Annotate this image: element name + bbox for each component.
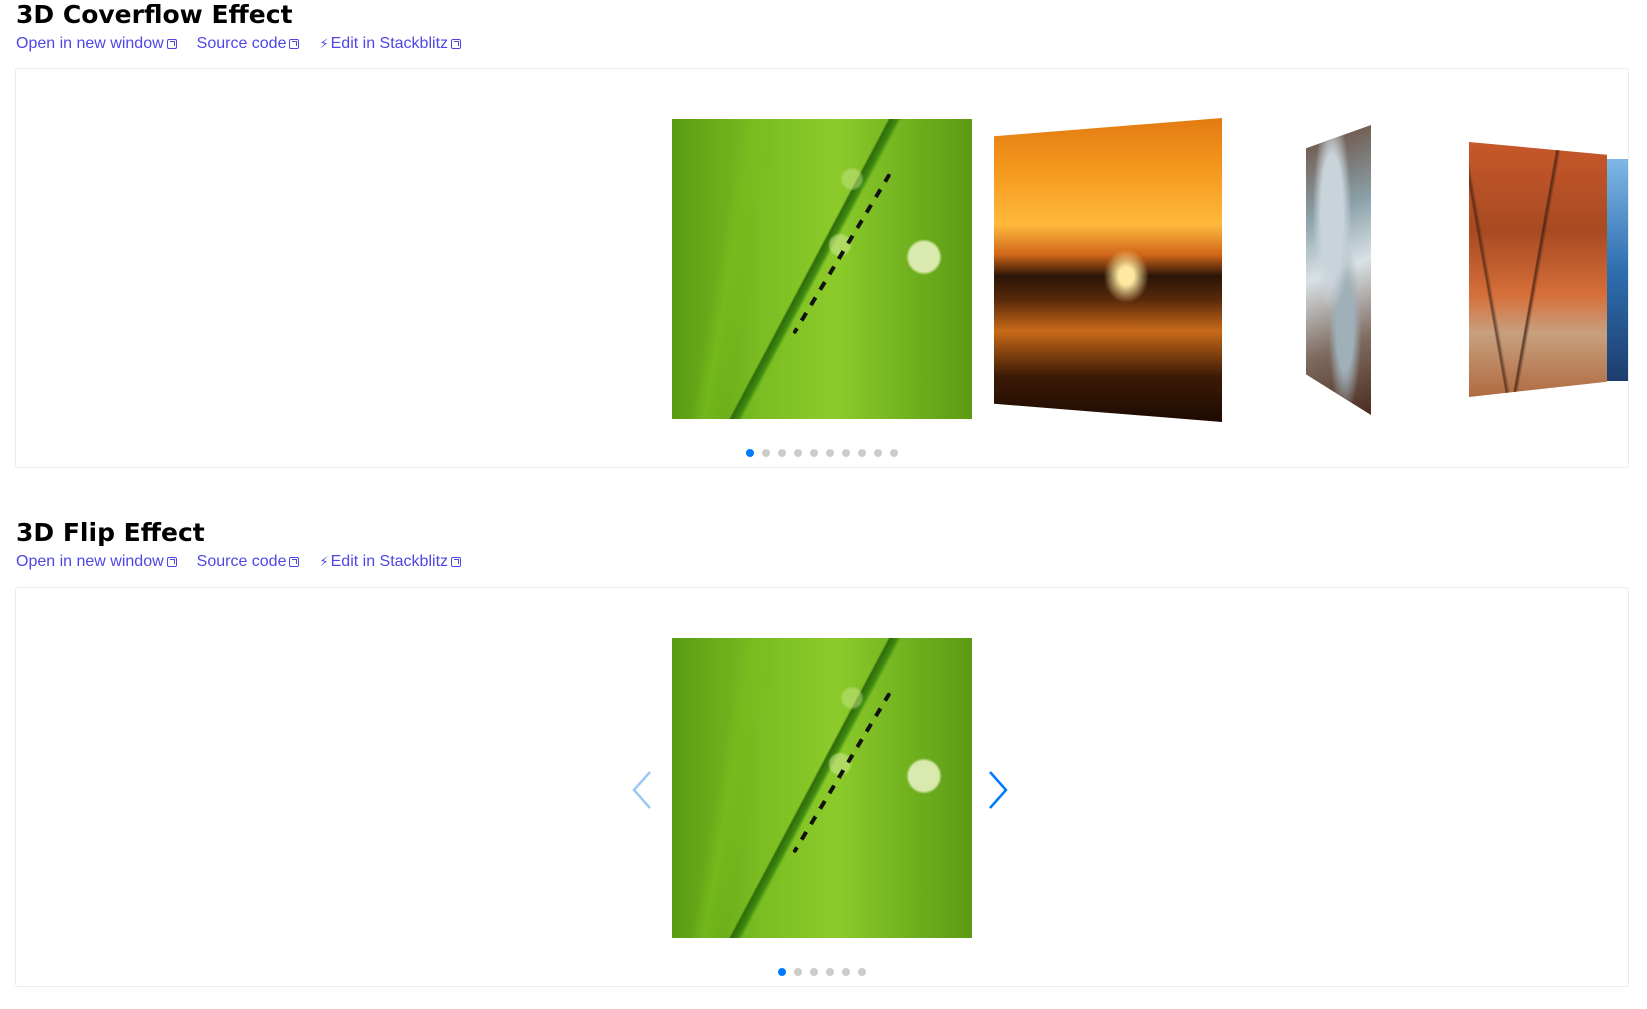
slide-blue[interactable] (1607, 159, 1628, 381)
chevron-left-icon (632, 771, 651, 809)
slide-grass-active[interactable] (672, 638, 972, 938)
source-code-label: Source code (196, 553, 287, 570)
pagination-bullet[interactable] (778, 449, 786, 457)
pagination-bullet[interactable] (858, 968, 866, 976)
pagination-bullet[interactable] (746, 449, 754, 457)
open-new-window-label: Open in new window (16, 553, 164, 570)
flip-swiper[interactable] (15, 587, 1629, 987)
pagination-bullet[interactable] (858, 449, 866, 457)
flip-links: Open in new window Source code ⚡ Edit in… (16, 551, 1631, 573)
pagination-bullet[interactable] (842, 449, 850, 457)
slide-grass-active[interactable] (672, 119, 972, 419)
pagination-bullet[interactable] (762, 449, 770, 457)
chevron-right-icon (989, 771, 1008, 809)
external-link-icon (451, 557, 462, 567)
edit-stackblitz-link[interactable]: ⚡ Edit in Stackblitz (319, 33, 462, 55)
open-new-window-link[interactable]: Open in new window (16, 551, 177, 573)
ants-decoration (792, 173, 892, 335)
external-link-icon (451, 39, 462, 49)
prev-button[interactable] (628, 768, 658, 812)
coverflow-pagination (16, 449, 1628, 457)
flip-pagination (16, 968, 1628, 976)
edit-stackblitz-label: Edit in Stackblitz (330, 35, 449, 52)
bolt-icon: ⚡ (319, 36, 329, 51)
pagination-bullet[interactable] (794, 449, 802, 457)
coverflow-links: Open in new window Source code ⚡ Edit in… (16, 33, 1631, 55)
edit-stackblitz-link[interactable]: ⚡ Edit in Stackblitz (319, 551, 462, 573)
pagination-bullet[interactable] (890, 449, 898, 457)
pagination-bullet[interactable] (874, 449, 882, 457)
bolt-icon: ⚡ (319, 554, 329, 569)
pagination-bullet[interactable] (826, 968, 834, 976)
ants-decoration (792, 692, 892, 854)
edit-stackblitz-label: Edit in Stackblitz (330, 553, 449, 570)
coverflow-swiper[interactable] (15, 68, 1629, 468)
pagination-bullet[interactable] (842, 968, 850, 976)
next-button[interactable] (982, 768, 1012, 812)
slide-ice[interactable] (1306, 125, 1371, 415)
pagination-bullet[interactable] (810, 449, 818, 457)
pagination-bullet[interactable] (826, 449, 834, 457)
pagination-bullet[interactable] (794, 968, 802, 976)
coverflow-demo: 3D Coverflow Effect Open in new window S… (16, 0, 1631, 55)
slide-sunset[interactable] (994, 118, 1222, 422)
open-new-window-link[interactable]: Open in new window (16, 33, 177, 55)
external-link-icon (289, 39, 300, 49)
source-code-link[interactable]: Source code (197, 551, 300, 573)
open-new-window-label: Open in new window (16, 35, 164, 52)
pagination-bullet[interactable] (810, 968, 818, 976)
external-link-icon (166, 39, 177, 49)
flip-demo: 3D Flip Effect Open in new window Source… (16, 518, 1631, 573)
flip-title: 3D Flip Effect (16, 518, 205, 547)
slide-autumn[interactable] (1469, 142, 1607, 397)
external-link-icon (166, 557, 177, 567)
source-code-label: Source code (196, 35, 287, 52)
source-code-link[interactable]: Source code (197, 33, 300, 55)
coverflow-title: 3D Coverflow Effect (16, 0, 293, 29)
pagination-bullet[interactable] (778, 968, 786, 976)
external-link-icon (289, 557, 300, 567)
